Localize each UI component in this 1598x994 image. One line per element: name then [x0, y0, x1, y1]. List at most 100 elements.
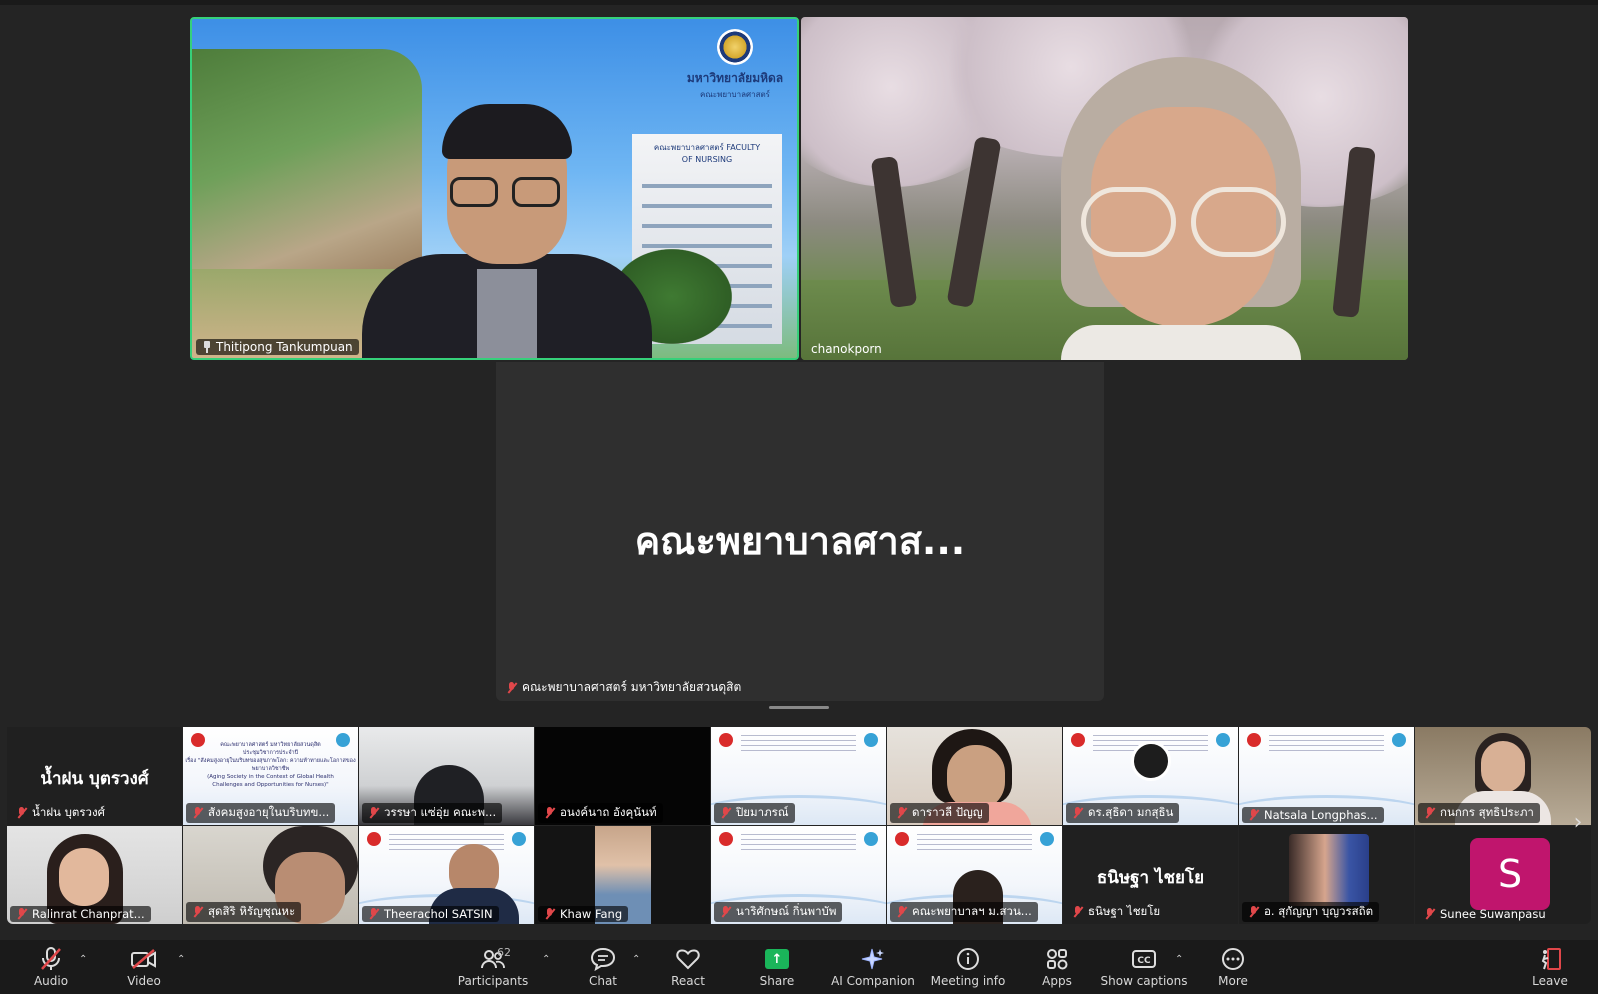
heart-icon	[645, 946, 731, 972]
gallery-tile[interactable]: S Sunee Suwanpasu	[1415, 826, 1591, 924]
leave-button[interactable]: Leave	[1508, 946, 1592, 988]
muted-mic-icon	[16, 908, 28, 920]
participants-options-caret-icon[interactable]: ⌃	[542, 954, 550, 965]
participant-name-tag: สังคมสูงอายุในบริบทข...	[186, 803, 336, 823]
meeting-info-button[interactable]: Meeting info	[924, 946, 1012, 988]
share-screen-icon: ↑	[734, 946, 820, 972]
participant-name: น้ำฝน บุตรวงศ์	[32, 805, 105, 819]
gallery-tile[interactable]: อ. สุกัญญา บุญวรสถิต	[1239, 826, 1414, 924]
participants-button[interactable]: 62 Participants	[449, 946, 537, 988]
video-options-caret-icon[interactable]: ⌃	[177, 954, 185, 965]
participant-video-person	[1031, 57, 1331, 360]
participant-name-tag: Natsala Longphas...	[1242, 807, 1384, 823]
participant-name-tag: น้ำฝน บุตรวงศ์	[10, 803, 111, 823]
video-tile-video-off[interactable]: คณะพยาบาลศาส... คณะพยาบาลศาสตร์ มหาวิทยา…	[496, 362, 1104, 701]
video-off-icon	[101, 946, 187, 972]
participant-name-tag: วรรษา แซ่อุ่ย คณะพ...	[362, 803, 503, 823]
video-tile-speaker[interactable]: chanokporn	[801, 17, 1408, 360]
participant-name: ดร.สุธิดา มกสุธิน	[1088, 805, 1174, 819]
gallery-tile[interactable]: นาริศักษณ์ กิ่นพาบัพ	[711, 826, 886, 924]
participant-name-tag: อ. สุกัญญา บุญวรสถิต	[1242, 902, 1380, 922]
muted-mic-icon	[16, 807, 28, 819]
react-label: React	[671, 974, 705, 988]
svg-text:CC: CC	[1137, 956, 1151, 966]
participant-name: ธนิษฐา ไชยโย	[1088, 904, 1161, 918]
participant-name: Khaw Fang	[560, 907, 623, 921]
share-button[interactable]: ↑ Share	[734, 946, 820, 988]
gallery-tile[interactable]: ปิยมาภรณ์	[711, 727, 886, 825]
gallery-tile[interactable]: ธนิษฐา ไชยโย ธนิษฐา ไชยโย	[1063, 826, 1238, 924]
participant-display-name: ธนิษฐา ไชยโย	[1096, 868, 1205, 888]
slide-text: ประชุมวิชาการประจำปี	[242, 750, 299, 756]
gallery-tile[interactable]: Khaw Fang	[535, 826, 710, 924]
participant-name: คณะพยาบาลศาสตร์ มหาวิทยาลัยสวนดุสิต	[522, 680, 742, 694]
participant-display-name: คณะพยาบาลศาส...	[634, 519, 966, 563]
react-button[interactable]: React	[645, 946, 731, 988]
slide-text: Challenges and Opportunities for Nurses)…	[212, 782, 329, 788]
participant-name-tag: อนงค์นาถ อังคุนันท์	[538, 803, 663, 823]
chat-options-caret-icon[interactable]: ⌃	[632, 954, 640, 965]
audio-button[interactable]: Audio	[8, 946, 94, 988]
gallery-tile[interactable]: สุดสิริ หิรัญชุณหะ	[183, 826, 358, 924]
meeting-info-label: Meeting info	[930, 974, 1006, 988]
gallery-tile[interactable]: อนงค์นาถ อังคุนันท์	[535, 727, 710, 825]
participant-name: สังคมสูงอายุในบริบทข...	[208, 805, 330, 819]
muted-mic-icon	[1248, 906, 1260, 918]
muted-mic-icon	[1424, 908, 1436, 920]
gallery-tile[interactable]: คณะพยาบาลฯ ม.สวน...	[887, 826, 1062, 924]
window-top-strip	[0, 0, 1598, 5]
participant-name: Sunee Suwanpasu	[1440, 907, 1546, 921]
gallery-tile[interactable]: Ralinrat Chanprat...	[7, 826, 182, 924]
muted-mic-icon	[192, 807, 204, 819]
more-button[interactable]: More	[1190, 946, 1276, 988]
video-tile-active-speaker[interactable]: คณะพยาบาลศาสตร์ FACULTY OF NURSING มหาวิ…	[190, 17, 799, 360]
gallery-tile[interactable]: วรรษา แซ่อุ่ย คณะพ...	[359, 727, 534, 825]
gallery-next-page-chevron-right-icon[interactable]: ›	[1566, 812, 1590, 836]
muted-mic-icon	[506, 681, 518, 694]
muted-mic-icon	[896, 807, 908, 819]
chat-button[interactable]: Chat	[560, 946, 646, 988]
ai-companion-button[interactable]: AI Companion	[823, 946, 923, 988]
audio-label: Audio	[33, 974, 69, 988]
audio-options-caret-icon[interactable]: ⌃	[79, 954, 87, 965]
ai-sparkle-icon	[823, 946, 923, 972]
share-label: Share	[759, 974, 795, 988]
participant-name: ปิยมาภรณ์	[736, 805, 789, 819]
captions-options-caret-icon[interactable]: ⌃	[1175, 954, 1183, 965]
participant-name: ดาราวลี ปัญญ	[912, 805, 983, 819]
gallery-tile[interactable]: Natsala Longphas...	[1239, 727, 1414, 825]
gallery-tile[interactable]: น้ำฝน บุตรวงศ์ น้ำฝน บุตรวงศ์	[7, 727, 182, 825]
participant-name-tag: ปิยมาภรณ์	[714, 803, 795, 823]
university-logo: มหาวิทยาลัยมหิดล คณะพยาบาลศาสตร์	[685, 29, 785, 101]
video-button[interactable]: Video	[101, 946, 187, 988]
participants-label: Participants	[457, 974, 529, 988]
muted-mic-icon	[896, 906, 908, 918]
gallery-resize-handle[interactable]	[769, 706, 829, 709]
participant-name-tag: chanokporn	[805, 341, 888, 357]
participant-name-tag: ธนิษฐา ไชยโย	[1066, 902, 1166, 922]
gallery-tile[interactable]: กนกกร สุทธิประภา	[1415, 727, 1591, 825]
muted-mic-icon	[368, 908, 380, 920]
participant-name-tag: คณะพยาบาลศาสตร์ มหาวิทยาลัยสวนดุสิต	[500, 677, 747, 698]
apps-label: Apps	[1042, 974, 1072, 988]
participant-name: Theerachol SATSIN	[384, 907, 493, 921]
gallery-tile[interactable]: ดร.สุธิดา มกสุธิน	[1063, 727, 1238, 825]
participant-name-tag: Ralinrat Chanprat...	[10, 906, 151, 922]
participant-name-tag: สุดสิริ หิรัญชุณหะ	[186, 902, 302, 922]
gallery-tile[interactable]: Theerachol SATSIN	[359, 826, 534, 924]
participant-name: วรรษา แซ่อุ่ย คณะพ...	[384, 805, 497, 819]
gallery-tile[interactable]: ดาราวลี ปัญญ	[887, 727, 1062, 825]
show-captions-button[interactable]: CC Show captions	[1098, 946, 1190, 988]
muted-mic-icon	[720, 906, 732, 918]
muted-mic-icon	[544, 807, 556, 819]
apps-button[interactable]: Apps	[1014, 946, 1100, 988]
muted-mic-icon	[1424, 807, 1436, 819]
participant-display-name: น้ำฝน บุตรวงศ์	[40, 769, 149, 789]
more-ellipsis-icon	[1190, 946, 1276, 972]
university-seal-icon	[717, 29, 753, 65]
chat-label: Chat	[588, 974, 618, 988]
participant-name: chanokporn	[811, 342, 882, 356]
participant-name-tag: นาริศักษณ์ กิ่นพาบัพ	[714, 902, 843, 922]
gallery-tile[interactable]: คณะพยาบาลศาสตร์ มหาวิทยาลัยสวนดุสิต ประช…	[183, 727, 358, 825]
muted-mic-icon	[544, 908, 556, 920]
